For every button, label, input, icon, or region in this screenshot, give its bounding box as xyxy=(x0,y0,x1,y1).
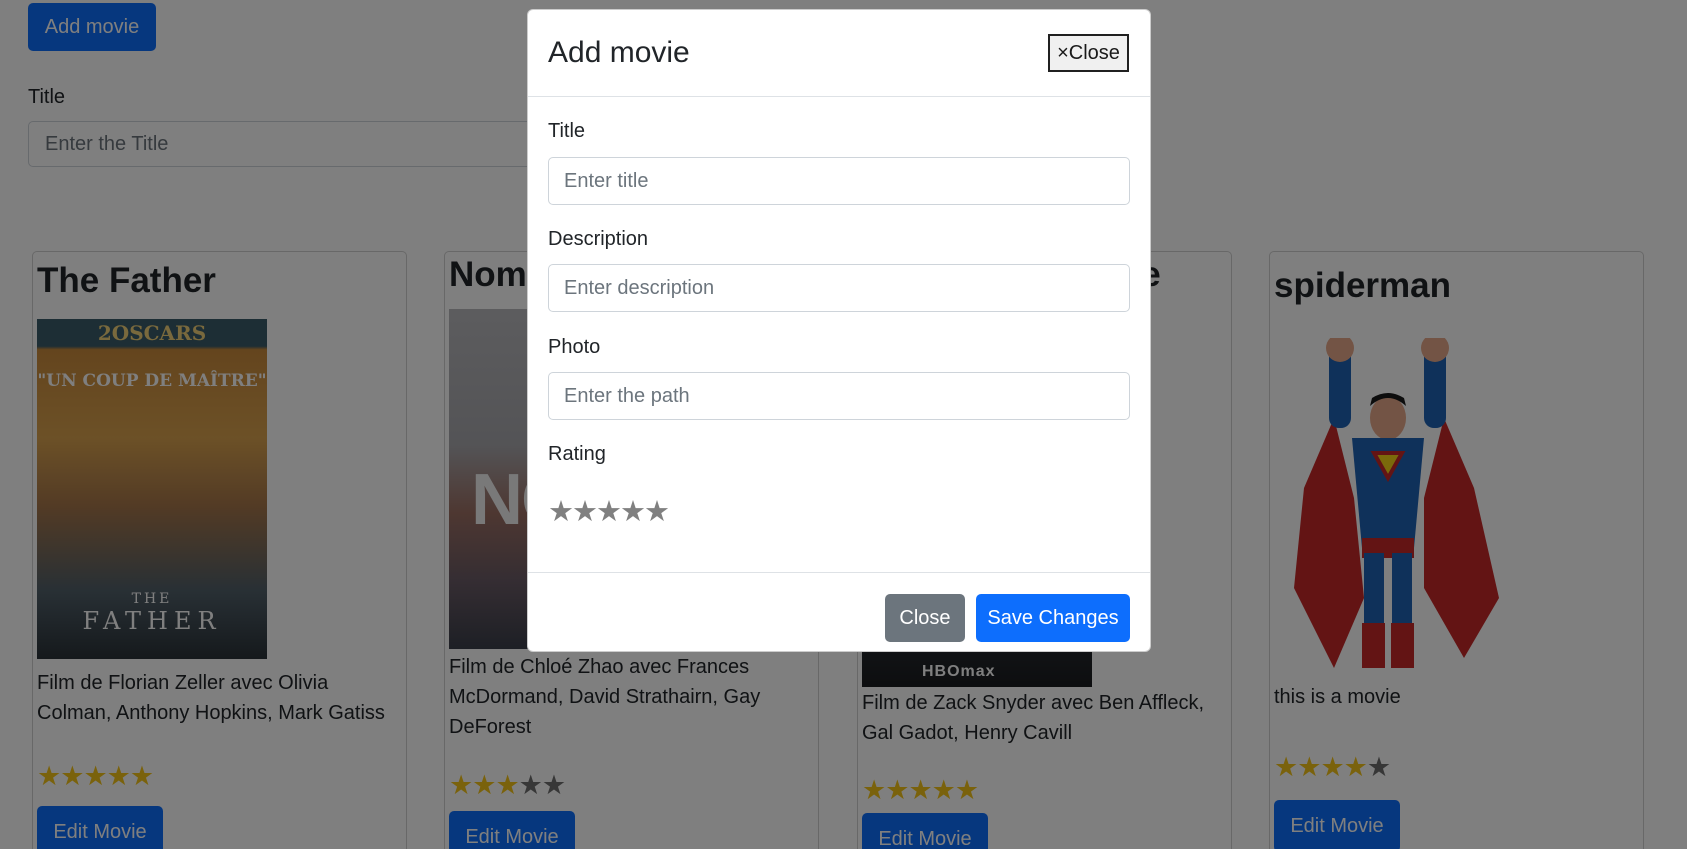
save-changes-button[interactable]: Save Changes xyxy=(976,594,1130,642)
modal-header-close-button[interactable]: ×Close xyxy=(1048,34,1129,72)
rating-label: Rating xyxy=(548,443,606,465)
rating-star-icon[interactable]: ★ xyxy=(644,496,670,528)
modal-header: Add movie ×Close xyxy=(528,10,1150,97)
title-input[interactable] xyxy=(548,157,1130,205)
photo-input[interactable] xyxy=(548,372,1130,420)
close-button[interactable]: Close xyxy=(885,594,965,642)
rating-input[interactable]: ★★★★★ xyxy=(548,494,670,529)
photo-label: Photo xyxy=(548,336,601,358)
rating-star-icon[interactable]: ★ xyxy=(548,496,574,528)
description-label: Description xyxy=(548,228,649,250)
rating-star-icon[interactable]: ★ xyxy=(596,496,622,528)
add-movie-modal: Add movie ×Close Title Description Photo… xyxy=(527,9,1151,652)
page: Add movie Title The Father 2OSCARS "UN C… xyxy=(0,0,1687,849)
modal-footer: Close Save Changes xyxy=(528,572,1150,653)
rating-star-icon[interactable]: ★ xyxy=(572,496,598,528)
rating-star-icon[interactable]: ★ xyxy=(620,496,646,528)
description-input[interactable] xyxy=(548,264,1130,312)
modal-title: Add movie xyxy=(548,36,690,69)
title-label: Title xyxy=(548,120,586,142)
